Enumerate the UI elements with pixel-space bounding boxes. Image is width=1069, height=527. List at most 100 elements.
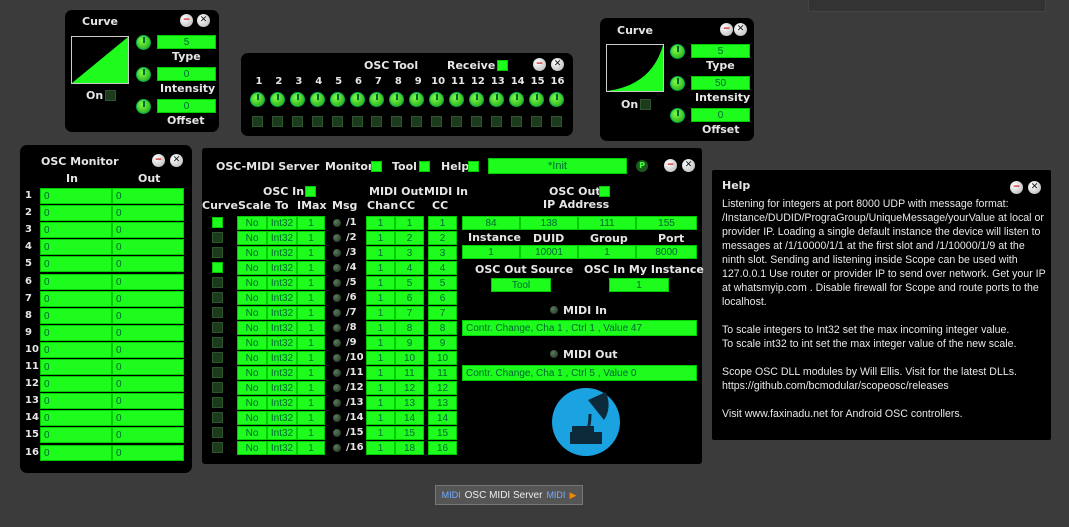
scale-value[interactable]: No	[237, 411, 267, 425]
type-value[interactable]: 5	[157, 35, 216, 49]
midi-in-cc-value[interactable]: 10	[428, 351, 457, 365]
imax-value[interactable]: 1	[297, 231, 325, 245]
chan-value[interactable]: 1	[366, 216, 395, 230]
channel-toggle[interactable]	[331, 116, 343, 127]
offset-knob[interactable]	[670, 108, 685, 123]
curve-toggle[interactable]	[212, 292, 223, 303]
curve-toggle[interactable]	[212, 397, 223, 408]
channel-toggle[interactable]	[271, 116, 283, 127]
to-value[interactable]: Int32	[267, 411, 297, 425]
curve-toggle[interactable]	[212, 382, 223, 393]
intensity-knob[interactable]	[670, 76, 685, 91]
curve-toggle[interactable]	[212, 367, 223, 378]
device-button[interactable]: MIDI OSC MIDI Server MIDI ▶	[435, 485, 583, 505]
channel-toggle[interactable]	[411, 116, 423, 127]
imax-value[interactable]: 1	[297, 366, 325, 380]
cc-value[interactable]: 8	[395, 321, 424, 335]
midi-in-cc-value[interactable]: 15	[428, 426, 457, 440]
intensity-value[interactable]: 0	[157, 67, 216, 81]
midi-in-cc-value[interactable]: 11	[428, 366, 457, 380]
close-icon[interactable]: ✕	[1028, 181, 1041, 194]
group-value[interactable]: 1	[578, 245, 636, 259]
osc-out-source-value[interactable]: Tool	[491, 278, 551, 292]
minimize-icon[interactable]: −	[180, 14, 193, 27]
close-icon[interactable]: ✕	[170, 154, 183, 167]
cc-value[interactable]: 1	[395, 216, 424, 230]
cc-value[interactable]: 3	[395, 246, 424, 260]
imax-value[interactable]: 1	[297, 396, 325, 410]
imax-value[interactable]: 1	[297, 306, 325, 320]
channel-knob[interactable]	[250, 92, 265, 107]
offset-value[interactable]: 0	[157, 99, 216, 113]
scale-value[interactable]: No	[237, 426, 267, 440]
to-value[interactable]: Int32	[267, 381, 297, 395]
imax-value[interactable]: 1	[297, 336, 325, 350]
to-value[interactable]: Int32	[267, 306, 297, 320]
midi-in-cc-value[interactable]: 6	[428, 291, 457, 305]
scale-value[interactable]: No	[237, 261, 267, 275]
curve-toggle[interactable]	[212, 322, 223, 333]
scale-value[interactable]: No	[237, 321, 267, 335]
osc-out-toggle[interactable]	[599, 186, 610, 197]
monitor-toggle[interactable]	[371, 161, 382, 172]
midi-in-cc-value[interactable]: 14	[428, 411, 457, 425]
cc-value[interactable]: 7	[395, 306, 424, 320]
to-value[interactable]: Int32	[267, 351, 297, 365]
channel-toggle[interactable]	[490, 116, 502, 127]
channel-knob[interactable]	[548, 92, 564, 107]
chan-value[interactable]: 1	[366, 246, 395, 260]
scale-value[interactable]: No	[237, 351, 267, 365]
midi-in-cc-value[interactable]: 7	[428, 306, 457, 320]
close-icon[interactable]: ✕	[682, 159, 695, 172]
channel-knob[interactable]	[289, 92, 305, 107]
imax-value[interactable]: 1	[297, 426, 325, 440]
midi-in-cc-value[interactable]: 4	[428, 261, 457, 275]
tool-toggle[interactable]	[419, 161, 430, 172]
cc-value[interactable]: 6	[395, 291, 424, 305]
chan-value[interactable]: 1	[366, 441, 395, 455]
curve-toggle[interactable]	[212, 352, 223, 363]
midi-in-cc-value[interactable]: 12	[428, 381, 457, 395]
channel-knob[interactable]	[429, 92, 445, 107]
to-value[interactable]: Int32	[267, 426, 297, 440]
scale-value[interactable]: No	[237, 246, 267, 260]
in-my-instance-value[interactable]: 1	[609, 278, 669, 292]
to-value[interactable]: Int32	[267, 291, 297, 305]
chan-value[interactable]: 1	[366, 396, 395, 410]
cc-value[interactable]: 12	[395, 381, 424, 395]
cc-value[interactable]: 4	[395, 261, 424, 275]
type-knob[interactable]	[136, 35, 151, 50]
scale-value[interactable]: No	[237, 276, 267, 290]
curve-toggle[interactable]	[212, 277, 223, 288]
to-value[interactable]: Int32	[267, 261, 297, 275]
scale-value[interactable]: No	[237, 306, 267, 320]
curve-toggle[interactable]	[212, 442, 223, 453]
receive-toggle[interactable]	[497, 60, 508, 71]
channel-knob[interactable]	[309, 92, 325, 107]
curve-toggle[interactable]	[212, 427, 223, 438]
channel-toggle[interactable]	[291, 116, 303, 127]
channel-knob[interactable]	[329, 92, 345, 107]
cc-value[interactable]: 2	[395, 231, 424, 245]
channel-knob[interactable]	[449, 92, 464, 107]
duid-value[interactable]: 10001	[520, 245, 578, 259]
channel-toggle[interactable]	[431, 116, 443, 127]
scale-value[interactable]: No	[237, 231, 267, 245]
to-value[interactable]: Int32	[267, 276, 297, 290]
scale-value[interactable]: No	[237, 396, 267, 410]
minimize-icon[interactable]: −	[664, 159, 677, 172]
channel-knob[interactable]	[468, 92, 484, 107]
channel-toggle[interactable]	[391, 116, 403, 127]
to-value[interactable]: Int32	[267, 396, 297, 410]
chan-value[interactable]: 1	[366, 291, 395, 305]
channel-knob[interactable]	[488, 92, 504, 107]
curve-toggle[interactable]	[212, 307, 223, 318]
midi-in-cc-value[interactable]: 1	[428, 216, 457, 230]
scale-value[interactable]: No	[237, 381, 267, 395]
close-icon[interactable]: ✕	[734, 23, 747, 36]
minimize-icon[interactable]: −	[720, 23, 733, 36]
minimize-icon[interactable]: −	[1010, 181, 1023, 194]
cc-value[interactable]: 18	[395, 441, 424, 455]
channel-knob[interactable]	[369, 92, 385, 107]
channel-toggle[interactable]	[311, 116, 323, 127]
